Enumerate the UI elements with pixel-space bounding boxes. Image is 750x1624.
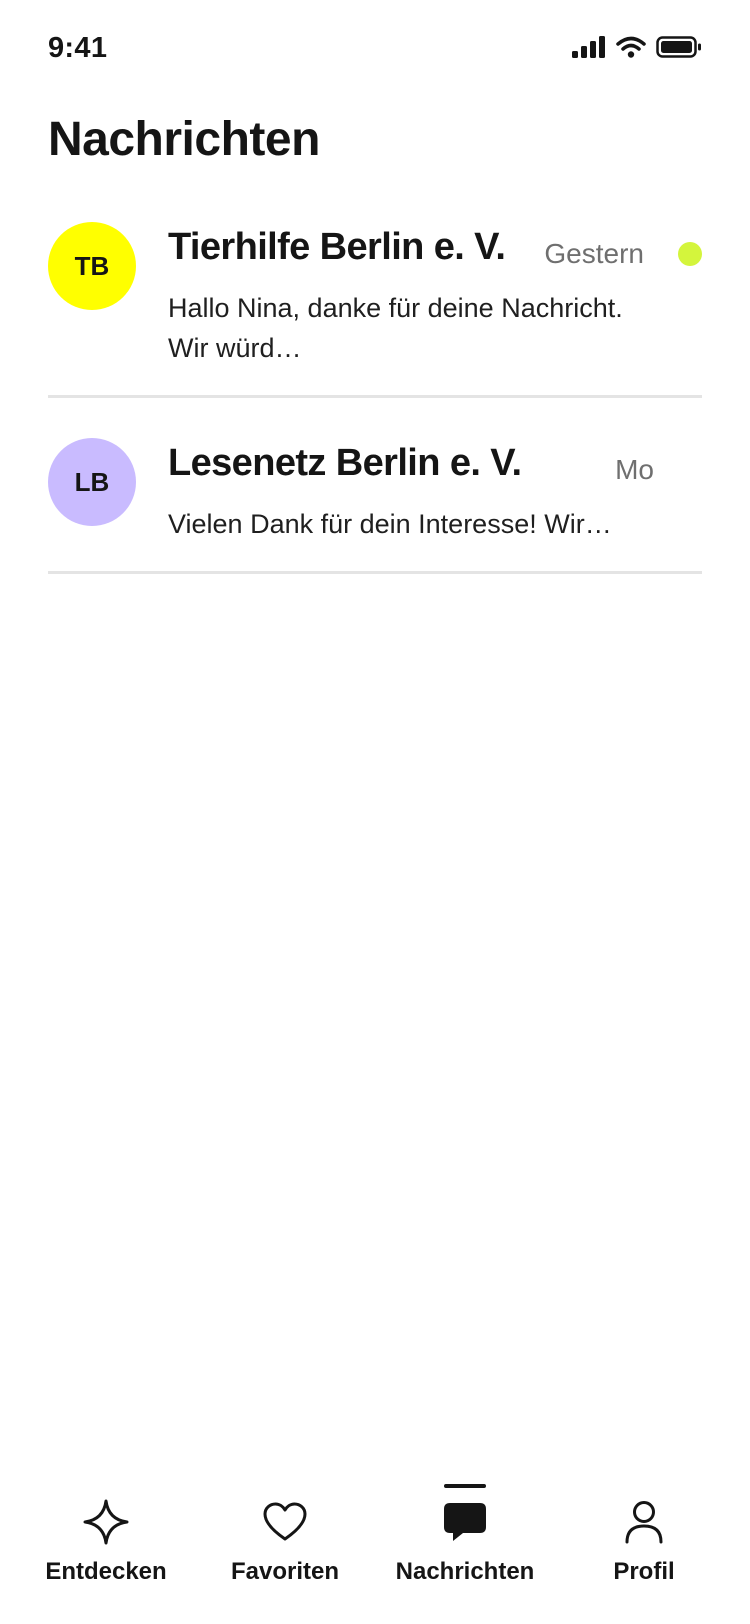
- page-title: Nachrichten: [48, 113, 320, 166]
- active-tab-indicator: [444, 1484, 486, 1488]
- battery-icon: [656, 36, 702, 63]
- conversation-time: Gestern: [544, 238, 644, 269]
- chat-bubble-icon: [439, 1496, 491, 1548]
- tab-nachrichten[interactable]: Nachrichten: [375, 1470, 555, 1590]
- tab-favoriten[interactable]: Favoriten: [195, 1470, 375, 1590]
- person-icon: [618, 1496, 670, 1548]
- divider: [48, 571, 702, 574]
- status-bar: 9:41: [0, 0, 750, 100]
- tab-label: Profil: [613, 1558, 675, 1585]
- heart-icon: [259, 1496, 311, 1548]
- conversation-name: Lesenetz Berlin e. V.: [168, 442, 522, 484]
- avatar: TB: [48, 222, 136, 310]
- sparkle-icon: [80, 1496, 132, 1548]
- tab-profil[interactable]: Profil: [554, 1470, 734, 1590]
- conversation-preview: Vielen Dank für dein Interesse! Wir…: [168, 509, 612, 539]
- tab-label: Nachrichten: [395, 1558, 535, 1585]
- conversation-preview: Hallo Nina, danke für deine Nachricht. W…: [168, 293, 623, 363]
- conversation-item[interactable]: LB Lesenetz Berlin e. V. Mo Vielen Dank …: [48, 438, 702, 574]
- conversation-name: Tierhilfe Berlin e. V.: [168, 226, 506, 268]
- avatar: LB: [48, 438, 136, 526]
- tab-label: Favoriten: [230, 1558, 340, 1585]
- signal-icon: [572, 36, 606, 63]
- unread-indicator: [678, 242, 702, 266]
- status-icons: [572, 36, 702, 63]
- tab-entdecken[interactable]: Entdecken: [16, 1470, 196, 1590]
- tab-label: Entdecken: [45, 1558, 167, 1585]
- status-time: 9:41: [48, 32, 108, 64]
- conversation-item[interactable]: TB Tierhilfe Berlin e. V. Gestern Hallo …: [48, 222, 702, 398]
- bottom-tab-bar: Entdecken Favoriten Nachrichten Profil: [0, 1470, 750, 1624]
- wifi-icon: [616, 36, 646, 63]
- divider: [48, 395, 702, 398]
- messages-screen: 9:41 Nachrichten TB Tierhilfe Berlin e. …: [0, 0, 750, 1624]
- conversation-time: Mo: [615, 454, 654, 485]
